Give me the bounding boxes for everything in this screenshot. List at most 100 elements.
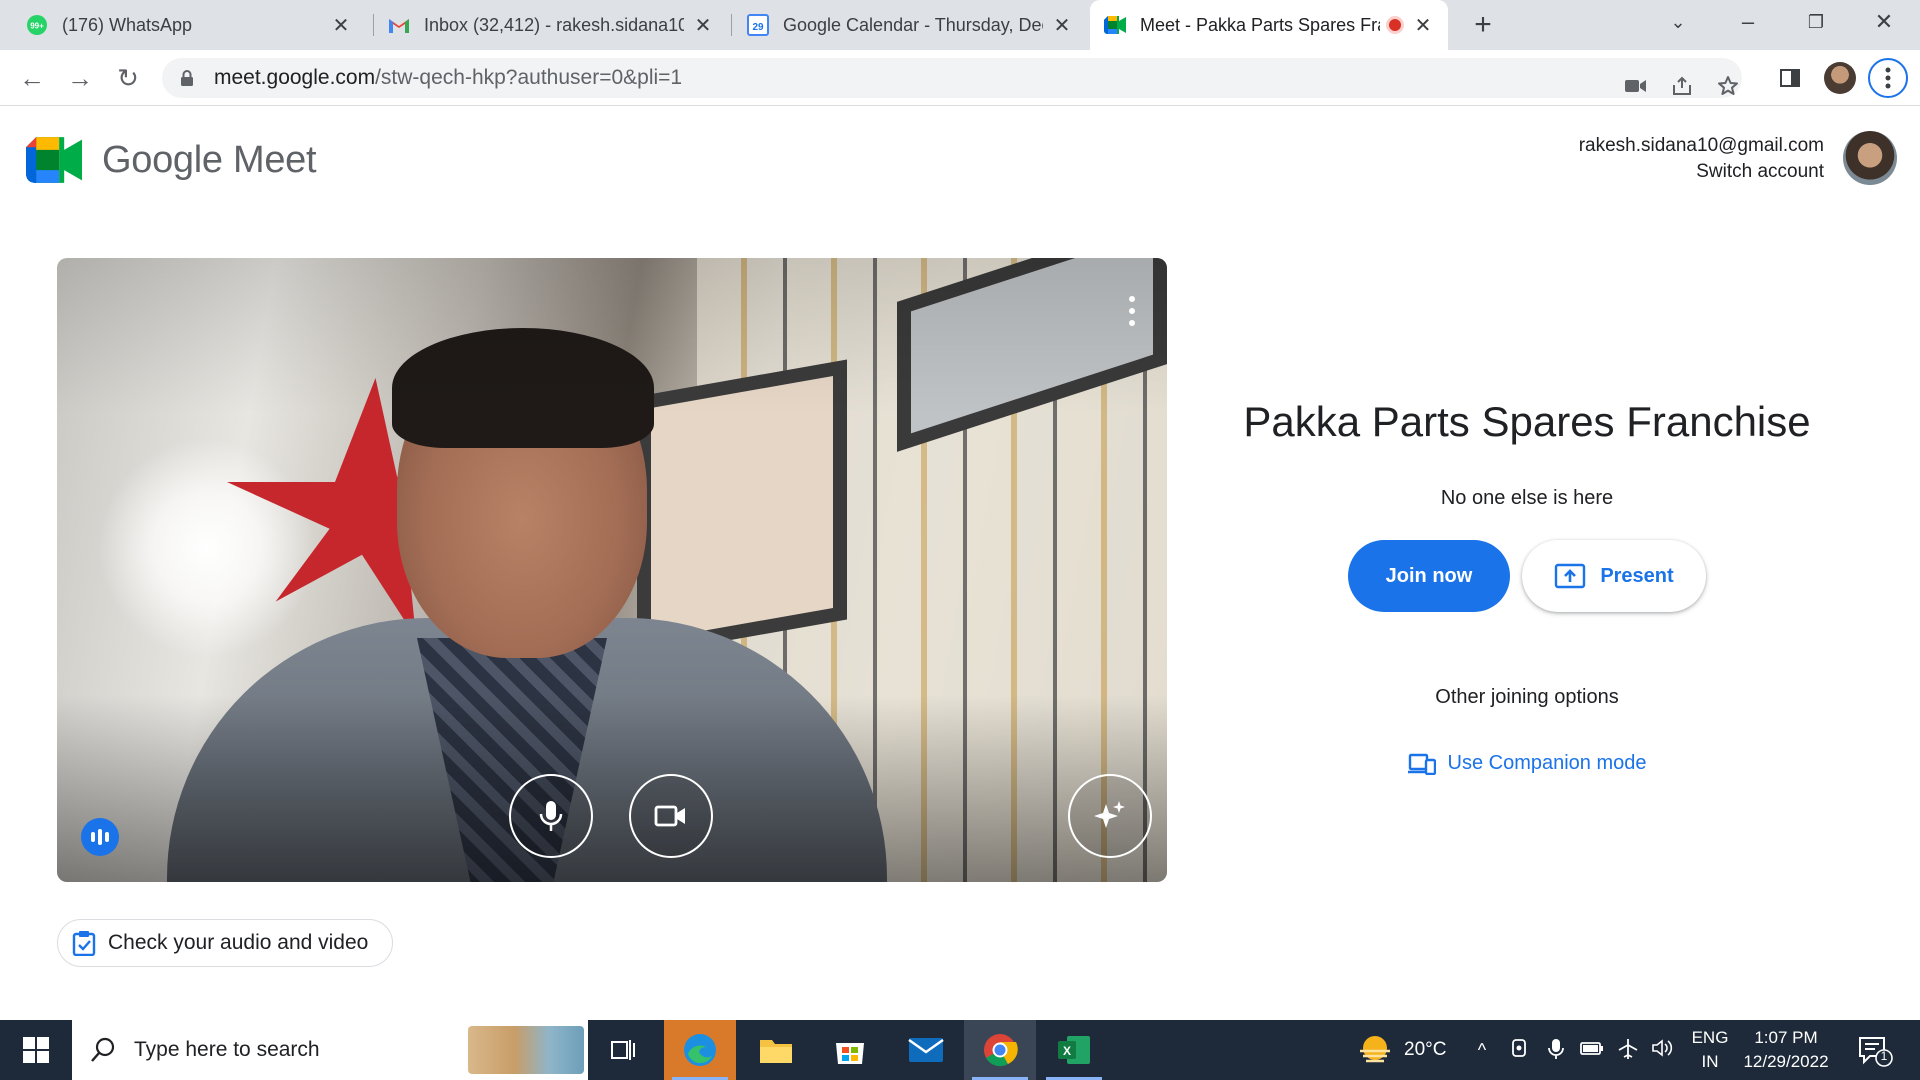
forward-arrow-icon[interactable]: → [64, 62, 96, 94]
more-options-icon[interactable] [1127, 296, 1137, 326]
tab-title: (176) WhatsApp [62, 14, 193, 35]
search-placeholder: Type here to search [134, 1038, 320, 1061]
close-tab-icon[interactable]: ✕ [1051, 13, 1073, 38]
edge-browser-icon[interactable] [664, 1020, 736, 1080]
camera-in-use-icon[interactable] [1616, 66, 1656, 106]
share-icon[interactable] [1662, 66, 1702, 106]
search-highlight-art [468, 1026, 584, 1074]
tab-title: Meet - Pakka Parts Spares Franchise [1140, 14, 1380, 35]
language-code: ENG [1691, 1028, 1729, 1047]
recording-indicator-icon [1386, 16, 1404, 34]
participants-status: No one else is here [1440, 487, 1614, 509]
video-overlay [57, 258, 1167, 882]
companion-mode-link[interactable]: Use Companion mode [1174, 752, 1880, 775]
windows-logo-icon [23, 1037, 49, 1063]
excel-icon[interactable]: X [1038, 1020, 1110, 1080]
meet-now-icon[interactable] [1508, 1038, 1532, 1062]
clock-time: 1:07 PM [1754, 1028, 1818, 1047]
switch-account-link[interactable]: Switch account [1579, 159, 1824, 185]
present-screen-icon [1555, 563, 1586, 589]
other-joining-options-heading: Other joining options [1435, 686, 1619, 708]
account-info: rakesh.sidana10@gmail.com Switch account [1579, 133, 1824, 185]
google-meet-logo[interactable]: Google Meet [26, 137, 317, 183]
tab-title: Google Calendar - Thursday, December [783, 14, 1043, 35]
account-avatar[interactable] [1843, 131, 1897, 185]
tab-title: Inbox (32,412) - rakesh.sidana10@ [424, 14, 684, 35]
visual-effects-button[interactable] [1068, 774, 1152, 858]
lock-icon [181, 70, 193, 86]
tab-gmail[interactable]: Inbox (32,412) - rakesh.sidana10@ ✕ [374, 0, 728, 50]
start-button[interactable] [0, 1020, 72, 1080]
temperature: 20°C [1404, 1039, 1447, 1060]
camera-icon [654, 805, 685, 827]
gmail-icon [388, 14, 410, 36]
task-view-icon[interactable] [588, 1020, 660, 1080]
airplane-mode-icon[interactable] [1616, 1038, 1640, 1062]
file-explorer-icon[interactable] [740, 1020, 812, 1080]
restore-icon[interactable]: ❐ [1786, 0, 1846, 50]
reload-icon[interactable]: ↻ [112, 62, 144, 94]
taskbar-search-box[interactable]: Type here to search [72, 1020, 588, 1080]
microsoft-store-icon[interactable] [814, 1020, 886, 1080]
close-tab-icon[interactable]: ✕ [692, 13, 714, 38]
tab-whatsapp[interactable]: 99+ (176) WhatsApp ✕ [12, 0, 366, 50]
microphone-toggle-button[interactable] [509, 774, 593, 858]
volume-icon[interactable] [1650, 1038, 1674, 1062]
sparkle-effects-icon [1094, 801, 1125, 828]
new-tab-button[interactable]: + [1466, 8, 1500, 42]
tab-divider [731, 14, 732, 36]
side-panel-icon[interactable] [1772, 60, 1808, 96]
clipboard-check-icon [72, 931, 96, 956]
tab-calendar[interactable]: 29 Google Calendar - Thursday, December … [733, 0, 1087, 50]
microphone-in-use-icon[interactable] [1544, 1038, 1568, 1062]
check-audio-video-label: Check your audio and video [108, 931, 369, 954]
account-email: rakesh.sidana10@gmail.com [1578, 135, 1824, 156]
brand-name: Google Meet [102, 138, 317, 181]
companion-mode-label: Use Companion mode [1447, 752, 1647, 774]
join-now-label: Join now [1385, 564, 1473, 587]
present-button[interactable]: Present [1522, 540, 1706, 612]
close-tab-icon[interactable]: ✕ [1412, 13, 1434, 38]
region-code: IN [1701, 1052, 1719, 1071]
mail-icon[interactable] [890, 1020, 962, 1080]
notification-icon [1859, 1037, 1893, 1067]
close-tab-icon[interactable]: ✕ [330, 13, 352, 38]
chrome-menu-button[interactable] [1868, 58, 1908, 98]
more-vert-icon [1885, 67, 1891, 89]
back-arrow-icon[interactable]: ← [16, 62, 48, 94]
weather-widget[interactable]: 20°C [1356, 1020, 1446, 1080]
battery-icon[interactable] [1580, 1038, 1604, 1062]
meeting-title: Pakka Parts Spares Franchise [1243, 398, 1811, 445]
microphone-icon [539, 801, 563, 831]
check-audio-video-button[interactable]: Check your audio and video [57, 919, 394, 967]
windows-taskbar: Type here to search X 20°C ^ ENG IN 1:07… [0, 1020, 1920, 1080]
svg-text:99+: 99+ [30, 22, 44, 31]
bookmark-star-icon[interactable] [1708, 66, 1748, 106]
notification-center-button[interactable]: 1 [1856, 1034, 1896, 1068]
address-bar[interactable]: meet.google.com/stw-qech-hkp?authuser=0&… [162, 58, 1742, 98]
input-language-indicator[interactable]: ENG IN [1688, 1026, 1732, 1074]
taskbar-clock[interactable]: 1:07 PM 12/29/2022 [1736, 1026, 1836, 1074]
close-window-icon[interactable]: ✕ [1854, 0, 1914, 50]
camera-toggle-button[interactable] [629, 774, 713, 858]
browser-toolbar: ← → ↻ meet.google.com/stw-qech-hkp?authu… [0, 50, 1920, 106]
url-text: meet.google.com/stw-qech-hkp?authuser=0&… [214, 66, 683, 89]
join-now-button[interactable]: Join now [1348, 540, 1510, 612]
svg-text:29: 29 [752, 22, 764, 33]
svg-text:X: X [1063, 1044, 1071, 1058]
present-label: Present [1600, 564, 1674, 587]
companion-devices-icon [1407, 753, 1436, 775]
clock-date: 12/29/2022 [1743, 1052, 1829, 1071]
weather-sun-haze-icon [1360, 1036, 1390, 1063]
whatsapp-icon: 99+ [26, 14, 48, 36]
show-hidden-icons-chevron-icon[interactable]: ^ [1470, 1038, 1494, 1062]
notification-count: 1 [1880, 1049, 1888, 1063]
meet-icon [1104, 14, 1126, 36]
minimize-icon[interactable]: – [1718, 0, 1778, 50]
tab-search-chevron-icon[interactable]: ⌄ [1648, 0, 1708, 50]
calendar-icon: 29 [747, 14, 769, 36]
profile-avatar[interactable] [1822, 60, 1858, 96]
tab-meet[interactable]: Meet - Pakka Parts Spares Franchise ✕ [1090, 0, 1448, 50]
chrome-browser-icon[interactable] [964, 1020, 1036, 1080]
search-icon [91, 1037, 115, 1062]
